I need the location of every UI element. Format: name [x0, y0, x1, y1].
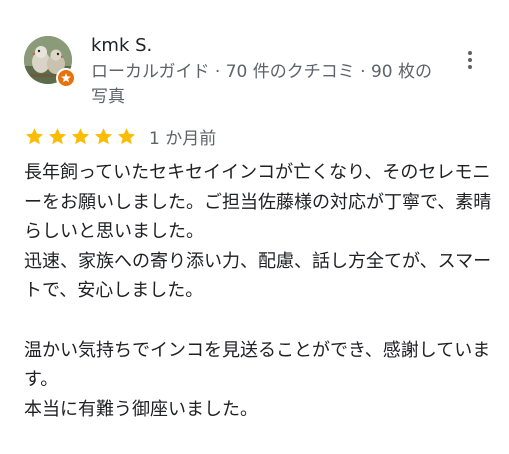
star-rating: [24, 126, 137, 147]
star-icon: [25, 127, 44, 144]
reviewer-meta[interactable]: ローカルガイド · 70 件のクチコミ · 90 枚の写真: [91, 60, 441, 110]
review-text: 長年飼っていたセキセイインコが亡くなり、そのセレモニーをお願いしました。ご担当佐…: [24, 162, 492, 420]
review-date: 1 か月前: [149, 128, 217, 149]
avatar[interactable]: [24, 36, 76, 88]
star-icon: [71, 127, 90, 144]
local-guide-badge-icon: [56, 68, 76, 88]
star-icon: [94, 127, 113, 144]
reviewer-name[interactable]: kmk S.: [91, 34, 152, 58]
star-icon: [48, 127, 67, 144]
rating-row: 1 か月前: [24, 124, 217, 149]
star-icon: [117, 127, 136, 144]
review-card: kmk S. ローカルガイド · 70 件のクチコミ · 90 枚の写真 1 か…: [0, 0, 509, 454]
more-vert-icon[interactable]: [458, 48, 482, 72]
